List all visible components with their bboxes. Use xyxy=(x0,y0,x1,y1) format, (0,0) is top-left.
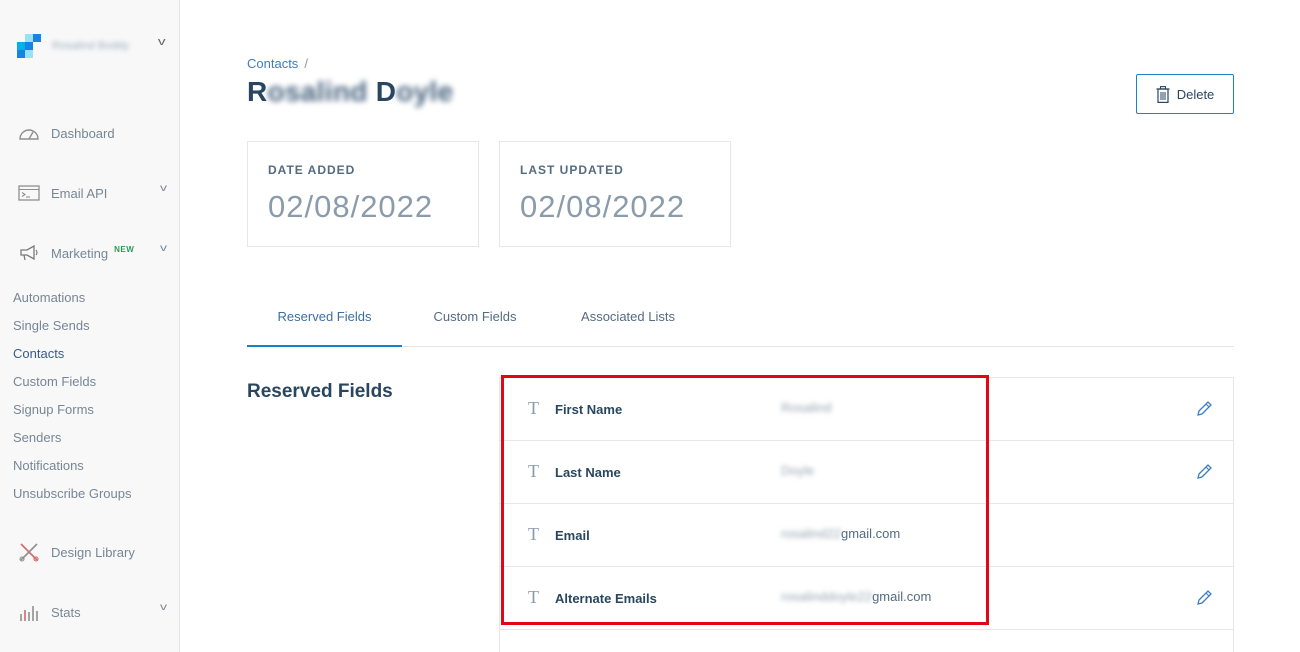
contact-tabs: Reserved Fields Custom Fields Associated… xyxy=(247,296,1234,347)
sidebar-item-signup-forms[interactable]: Signup Forms xyxy=(13,401,132,429)
last-updated-label: LAST UPDATED xyxy=(520,163,624,177)
delete-button[interactable]: Delete xyxy=(1136,74,1234,114)
text-type-icon: T xyxy=(528,524,539,544)
sidebar-item-stats[interactable]: Stats v xyxy=(16,599,174,625)
sidebar-item-design-library[interactable]: Design Library xyxy=(16,539,174,565)
field-name: First Name xyxy=(555,402,623,417)
last-updated-value: 02/08/2022 xyxy=(520,189,686,224)
page-title: Rosalind Doyle xyxy=(247,76,454,108)
sidebar-item-senders[interactable]: Senders xyxy=(13,429,132,457)
sidebar-item-dashboard[interactable]: Dashboard xyxy=(16,120,174,146)
date-added-card: DATE ADDED 02/08/2022 xyxy=(247,141,479,247)
delete-label: Delete xyxy=(1176,86,1215,102)
pencil-icon[interactable] xyxy=(1195,589,1213,612)
sidebar-item-custom-fields[interactable]: Custom Fields xyxy=(13,373,132,401)
field-row: T Alternate Emails rosalinddoyle22gmail.… xyxy=(500,567,1233,630)
sidebar-item-label: Email API xyxy=(51,185,108,201)
first-name-rest: osalind xyxy=(267,76,368,107)
sendgrid-logo xyxy=(16,33,42,59)
account-switcher[interactable]: Rosalind Boddy v xyxy=(16,32,166,60)
sidebar-item-label: Stats xyxy=(51,604,81,620)
breadcrumb-contacts-link[interactable]: Contacts xyxy=(247,56,298,71)
date-added-value: 02/08/2022 xyxy=(268,189,434,224)
account-name: Rosalind Boddy xyxy=(52,40,130,52)
field-row: T First Name Rosalind xyxy=(500,378,1233,441)
sidebar-item-contacts[interactable]: Contacts xyxy=(13,345,132,373)
tab-associated-lists[interactable]: Associated Lists xyxy=(565,296,691,347)
sidebar-item-label: Design Library xyxy=(51,544,135,560)
first-initial: R xyxy=(247,76,268,107)
trash-icon xyxy=(1156,85,1170,103)
pencil-icon[interactable] xyxy=(1195,463,1213,486)
last-initial: D xyxy=(375,76,397,107)
text-type-icon: T xyxy=(528,398,539,418)
marketing-subnav: Automations Single Sends Contacts Custom… xyxy=(13,289,132,513)
sidebar-item-label: Marketing xyxy=(51,245,109,261)
sidebar-item-unsubscribe-groups[interactable]: Unsubscribe Groups xyxy=(13,485,132,513)
text-type-icon: T xyxy=(528,461,539,481)
field-value: rosalind22gmail.com xyxy=(781,526,901,541)
pencil-icon[interactable] xyxy=(1195,400,1213,423)
last-name-rest: oyle xyxy=(396,76,454,107)
sidebar-item-email-api[interactable]: Email API v xyxy=(16,180,174,206)
chevron-down-icon[interactable]: v xyxy=(160,243,167,254)
megaphone-icon xyxy=(16,242,42,264)
sidebar-item-marketing[interactable]: Marketing NEW v xyxy=(16,240,174,266)
sidebar: Rosalind Boddy v Dashboard Email API v M… xyxy=(0,0,180,652)
terminal-icon xyxy=(16,182,42,204)
new-badge: NEW xyxy=(114,244,135,254)
breadcrumb-separator: / xyxy=(304,56,308,71)
gauge-icon xyxy=(16,122,42,144)
chevron-down-icon[interactable]: v xyxy=(160,183,167,194)
field-name: Email xyxy=(555,528,590,543)
chevron-down-icon[interactable]: v xyxy=(157,36,165,48)
sidebar-item-label: Dashboard xyxy=(51,125,115,141)
bar-chart-icon xyxy=(16,601,42,623)
sidebar-item-single-sends[interactable]: Single Sends xyxy=(13,317,132,345)
field-value: rosalinddoyle22gmail.com xyxy=(781,589,932,604)
field-name: Alternate Emails xyxy=(555,591,657,606)
chevron-down-icon[interactable]: v xyxy=(160,602,167,613)
design-tools-icon xyxy=(16,541,42,563)
text-type-icon: T xyxy=(528,587,539,607)
sidebar-item-notifications[interactable]: Notifications xyxy=(13,457,132,485)
last-updated-card: LAST UPDATED 02/08/2022 xyxy=(499,141,731,247)
field-value: Doyle xyxy=(781,463,815,478)
field-value: Rosalind xyxy=(781,400,832,415)
sidebar-item-automations[interactable]: Automations xyxy=(13,289,132,317)
field-row: T Last Name Doyle xyxy=(500,441,1233,504)
field-name: Last Name xyxy=(555,465,621,480)
tab-custom-fields[interactable]: Custom Fields xyxy=(417,296,533,347)
field-row: T Email rosalind22gmail.com xyxy=(500,504,1233,567)
date-added-label: DATE ADDED xyxy=(268,163,356,177)
tab-reserved-fields[interactable]: Reserved Fields xyxy=(247,296,402,347)
section-title: Reserved Fields xyxy=(247,381,393,402)
reserved-fields-list: T First Name Rosalind T Last Name Doyle … xyxy=(499,377,1234,652)
breadcrumb: Contacts / xyxy=(247,56,308,71)
main-content: Contacts / Rosalind Doyle Delete DATE ADD… xyxy=(247,0,1234,652)
